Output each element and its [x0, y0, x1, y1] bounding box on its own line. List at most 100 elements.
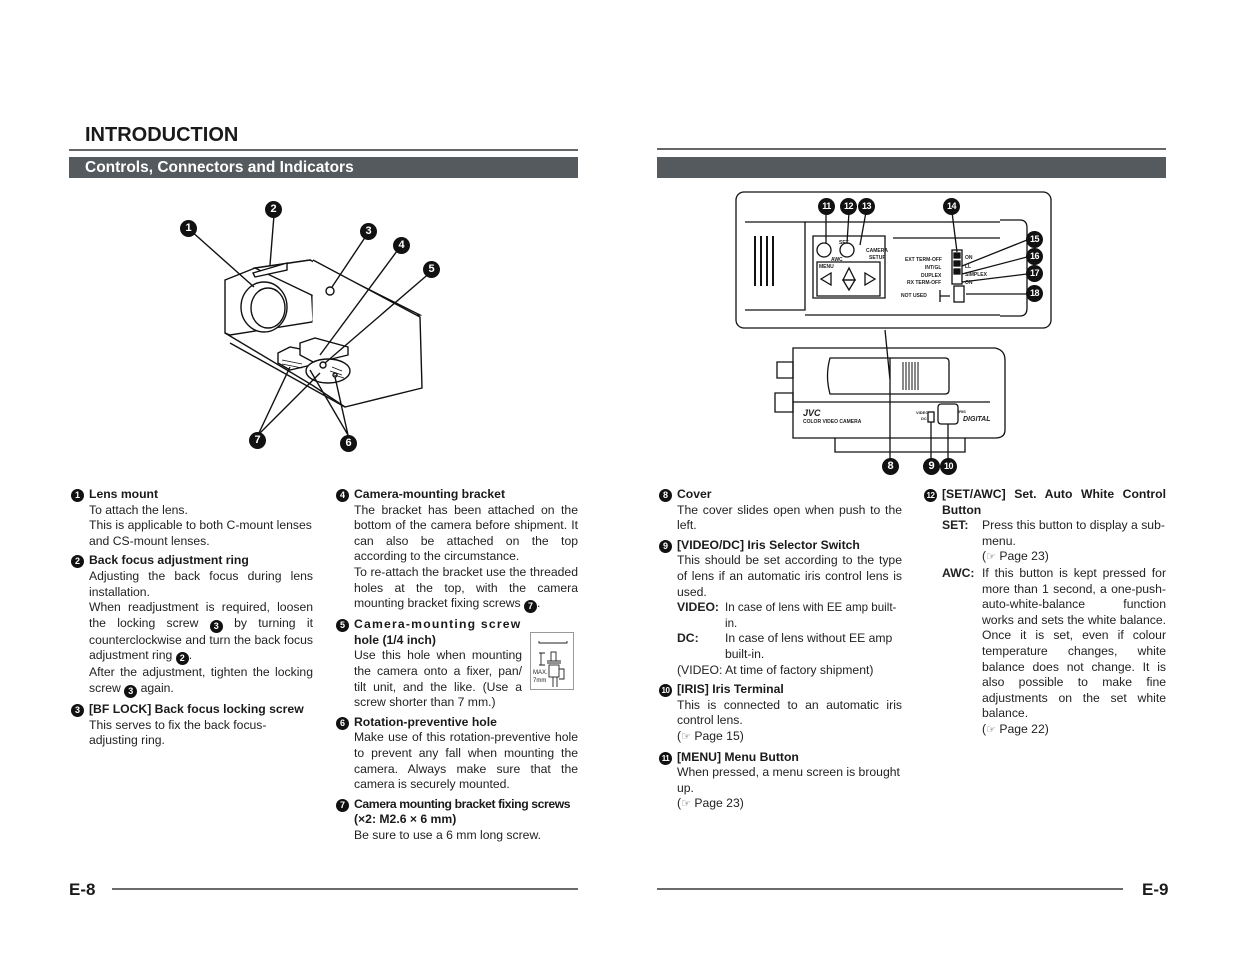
definition-value: Press this button to display a sub-menu.…	[982, 518, 1166, 566]
callout-7: 7	[249, 432, 266, 449]
item-text: Make use of this rotation-preventive hol…	[354, 730, 578, 792]
callout-16: 16	[1026, 248, 1043, 265]
item-number: 2	[71, 555, 84, 569]
item-text: Adjusting the back focus during lens ins…	[89, 568, 313, 599]
label-awc: AWC	[831, 257, 843, 263]
label-setup: SETUP	[869, 255, 886, 261]
item-heading: Back focus adjustment ring	[89, 553, 249, 568]
definition-key: DC:	[677, 631, 699, 646]
page-reference: (☞ Page 23)	[677, 796, 902, 813]
definition-value: In case of lens with EE amp built-in.	[725, 601, 897, 630]
item-number: 9	[659, 539, 672, 553]
item-number: 7	[336, 798, 349, 812]
callout-8: 8	[882, 458, 899, 475]
text-span: After the adjustment, tighten the lockin…	[89, 665, 313, 695]
callout-14: 14	[943, 198, 960, 215]
item-9: 9 [VIDEO/DC] Iris Selector Switch This s…	[659, 538, 902, 678]
label-on-1: ON	[965, 255, 973, 261]
pointing-hand-icon: ☞	[681, 798, 691, 811]
callout-9: 9	[923, 458, 940, 475]
item-heading: Camera-mounting screw	[354, 617, 522, 632]
label-intgl: INT/GL	[925, 265, 942, 271]
item-5: 5 Camera-mounting screw hole (1/4 inch) …	[336, 617, 578, 711]
page-number-left: E-8	[69, 880, 96, 899]
text-span: .	[537, 596, 541, 611]
item-text: Use this hole when mounting the camera o…	[354, 648, 522, 710]
label-not-used: NOT USED	[901, 293, 927, 299]
callout-17: 17	[1026, 265, 1043, 282]
label-digital: DIGITAL	[963, 416, 991, 423]
label-duplex: DUPLEX	[921, 273, 942, 279]
page-reference: (☞ Page 15)	[677, 729, 902, 746]
item-text: After the adjustment, tighten the lockin…	[89, 665, 313, 698]
item-6: 6 Rotation-preventive hole Make use of t…	[336, 715, 578, 793]
label-ext-term: EXT TERM-OFF	[905, 257, 942, 263]
page-reference-text: Page 23	[999, 549, 1045, 564]
item-10: 10 [IRIS] Iris Terminal This is connecte…	[659, 682, 902, 745]
definition-video: VIDEO: In case of lens with EE amp built…	[677, 600, 902, 631]
item-number: 4	[336, 489, 349, 502]
item-4: 4 Camera-mounting bracket The bracket ha…	[336, 487, 578, 614]
label-menu: MENU	[819, 264, 834, 270]
section-header-right	[657, 157, 1166, 178]
label-model: COLOR VIDEO CAMERA	[803, 419, 862, 425]
ref-number: 7	[524, 600, 538, 614]
callout-1: 1	[180, 220, 197, 237]
screw-length-inset: MAX. 7mm	[530, 632, 574, 691]
definition-set: SET: Press this button to display a sub-…	[942, 518, 1166, 566]
label-ll: LL	[965, 264, 972, 270]
camera-side-drawing	[735, 191, 1052, 468]
definition-value: If this button is kept pressed for more …	[982, 566, 1166, 739]
text-span: To re-attach the bracket use the threade…	[354, 564, 578, 611]
definition-text: Press this button to display a sub-menu.	[982, 518, 1165, 548]
definition-value: In case of lens without EE amp built-in.	[725, 631, 893, 661]
callout-15: 15	[1026, 231, 1043, 248]
callout-10: 10	[940, 458, 957, 475]
label-dc: DC	[921, 416, 927, 421]
item-heading: Camera-mounting bracket	[354, 487, 506, 501]
item-text: The bracket has been attached on the bot…	[354, 502, 578, 564]
definition-text: If this button is kept pressed for more …	[982, 565, 1166, 721]
column-left-2: 4 Camera-mounting bracket The bracket ha…	[336, 487, 578, 847]
label-set: SET	[839, 240, 849, 246]
item-1: 1 Lens mount To attach the lens. This is…	[71, 487, 313, 549]
ref-number: 3	[124, 684, 138, 698]
label-simplex: SIMPLEX	[965, 272, 987, 278]
item-12: 12 [SET/AWC] Set. Auto White Control But…	[924, 487, 1166, 739]
page-reference-text: Page 22	[999, 721, 1045, 736]
page-title: INTRODUCTION	[85, 124, 239, 146]
item-text: When pressed, a menu screen is brought u…	[677, 765, 900, 795]
item-heading: Lens mount	[89, 487, 159, 501]
item-heading: [MENU] Menu Button	[677, 749, 799, 764]
item-heading: [IRIS] Iris Terminal	[677, 682, 784, 697]
pointing-hand-icon: ☞	[986, 551, 996, 564]
label-rx-term: RX TERM-OFF	[907, 280, 942, 286]
item-text: This is applicable to both C-mount lense…	[89, 518, 312, 548]
callout-12: 12	[840, 198, 857, 215]
item-2: 2 Back focus adjustment ring Adjusting t…	[71, 553, 313, 698]
item-3: 3 [BF LOCK] Back focus locking screw Thi…	[71, 702, 313, 749]
column-right-1: 8 Cover The cover slides open when push …	[659, 487, 902, 817]
footer-rule-right	[657, 888, 1123, 890]
callout-5: 5	[423, 261, 440, 278]
text-span: .	[188, 648, 193, 663]
item-heading: Rotation-preventive hole	[354, 714, 497, 729]
callout-11: 11	[818, 198, 835, 215]
item-text: When readjustment is required, loosen th…	[89, 600, 313, 666]
callout-13: 13	[858, 198, 875, 215]
definition-key: SET:	[942, 518, 969, 533]
title-rule	[69, 149, 578, 151]
item-heading: [BF LOCK] Back focus locking screw	[89, 701, 304, 716]
definition-key: VIDEO:	[677, 600, 719, 615]
column-left-1: 1 Lens mount To attach the lens. This is…	[71, 487, 313, 753]
camera-side-figure: 11 12 13 14 15 16 17 18 8 9 10 SET AWC M…	[735, 190, 1055, 480]
item-number: 1	[71, 489, 84, 502]
item-number: 5	[336, 619, 349, 633]
item-number: 3	[71, 703, 84, 717]
title-rule-right	[657, 148, 1166, 150]
footer-rule-left	[112, 888, 578, 890]
item-note: (VIDEO: At time of factory shipment)	[677, 662, 874, 677]
ref-number: 3	[209, 619, 223, 633]
definition-awc: AWC: If this button is kept pressed for …	[942, 566, 1166, 739]
page-reference-text: Page 15	[694, 728, 740, 743]
